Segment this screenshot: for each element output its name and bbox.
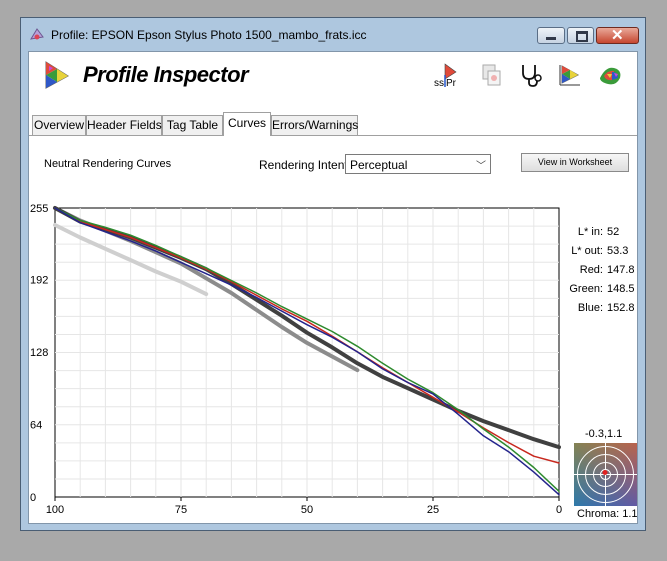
x-tick-label: 25 (427, 504, 439, 516)
tab-strip: Overview Header Fields Tag Table Curves … (29, 112, 637, 136)
gamut-plot-icon[interactable] (557, 62, 583, 88)
l-out-readout: L* out: 53.3 (571, 245, 629, 257)
rendering-intent-select[interactable]: Perceptual ﹀ (345, 154, 491, 174)
minimize-button[interactable] (537, 27, 565, 44)
rendering-intent-label: Rendering Intent: (259, 158, 352, 172)
close-icon: ✕ (611, 27, 624, 44)
neutral-curves-chart[interactable]: 255 192 128 64 0 100 75 50 25 0 (29, 192, 569, 522)
x-tick-label: 100 (46, 504, 64, 516)
x-tick-label: 75 (175, 504, 187, 516)
maximize-button[interactable] (567, 27, 594, 44)
chroma-target-icon (574, 443, 637, 506)
app-title: Profile Inspector (83, 62, 249, 87)
blue-readout: Blue: 152.8 (577, 302, 635, 314)
profile-app-icon (30, 28, 44, 40)
window-title: Profile: EPSON Epson Stylus Photo 1500_m… (51, 28, 367, 42)
color-gamut-icon[interactable] (598, 62, 624, 88)
y-tick-label: 192 (30, 274, 48, 286)
tab-overview[interactable]: Overview (32, 115, 86, 135)
x-tick-label: 0 (556, 504, 562, 516)
green-readout: Green: 148.5 (569, 283, 635, 295)
client-area: Profile Inspector ss Pr Overview Header … (28, 51, 638, 524)
y-tick-label: 128 (30, 347, 48, 359)
tab-curves[interactable]: Curves (223, 112, 271, 136)
stethoscope-icon[interactable] (518, 62, 544, 88)
y-tick-label: 64 (30, 419, 42, 431)
red-readout: Red: 147.8 (579, 264, 635, 276)
color-profile-tool-icon[interactable]: ss Pr (433, 62, 459, 89)
title-bar[interactable]: Profile: EPSON Epson Stylus Photo 1500_m… (21, 18, 645, 51)
svg-text:Pr: Pr (446, 78, 457, 88)
profile-window: Profile: EPSON Epson Stylus Photo 1500_m… (20, 17, 646, 531)
chroma-readout: Chroma: 1.1 (577, 508, 638, 520)
x-tick-label: 50 (301, 504, 313, 516)
y-tick-label: 0 (30, 492, 36, 504)
maximize-icon (576, 31, 588, 42)
minimize-icon (546, 37, 556, 40)
neutral-rendering-curves-label: Neutral Rendering Curves (44, 158, 172, 170)
tab-errors-warnings[interactable]: Errors/Warnings (271, 115, 358, 135)
value-readout: L* in: 52 L* out: 53.3 Red: 147.8 Green: 148… (553, 226, 635, 321)
copy-profile-icon[interactable] (479, 62, 505, 88)
y-tick-label: 255 (30, 203, 48, 215)
rendering-intent-value: Perceptual (350, 158, 408, 172)
view-in-worksheet-button[interactable]: View in Worksheet (521, 153, 629, 172)
chevron-down-icon: ﹀ (476, 161, 486, 172)
chroma-coordinates: -0.3,1.1 (585, 428, 623, 440)
app-header: Profile Inspector ss Pr (29, 52, 637, 104)
profile-inspector-logo-icon (45, 61, 69, 89)
svg-text:ss: ss (434, 78, 444, 88)
tab-tag-table[interactable]: Tag Table (162, 115, 223, 135)
close-button[interactable]: ✕ (596, 27, 639, 44)
tab-header-fields[interactable]: Header Fields (86, 115, 162, 135)
l-in-readout: L* in: 52 (577, 226, 620, 238)
